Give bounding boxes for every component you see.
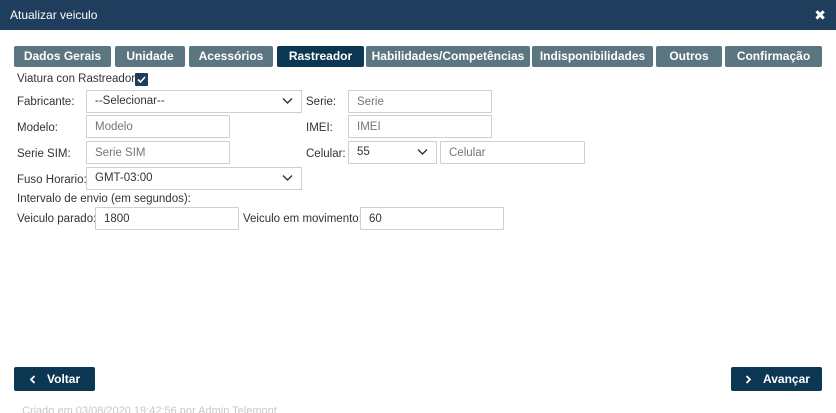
check-icon — [137, 76, 146, 84]
serie-label: Serie: — [306, 96, 337, 108]
manufacturer-value: --Selecionar-- — [95, 95, 165, 107]
imei-input[interactable] — [348, 115, 492, 138]
cell-label: Celular: — [306, 148, 346, 160]
sim-input[interactable] — [86, 141, 230, 164]
next-button[interactable]: Avançar — [731, 367, 822, 391]
tracker-checkbox[interactable] — [135, 73, 148, 86]
cell-code-select[interactable]: 55 — [348, 141, 437, 164]
tab-unidade[interactable]: Unidade — [115, 46, 185, 67]
timezone-select[interactable]: GMT-03:00 — [86, 167, 302, 190]
moving-label: Veiculo em movimento: — [243, 213, 362, 225]
serie-input[interactable] — [348, 90, 492, 113]
tab-outros[interactable]: Outros — [656, 46, 722, 67]
chevron-down-icon — [417, 149, 428, 155]
chevron-left-icon — [29, 375, 36, 384]
chevron-down-icon — [282, 98, 293, 104]
stopped-input[interactable] — [95, 207, 239, 230]
imei-label: IMEI: — [306, 122, 333, 134]
next-button-label: Avançar — [763, 372, 810, 386]
tab-confirmacao[interactable]: Confirmação — [725, 46, 822, 67]
chevron-down-icon — [282, 175, 293, 181]
sim-label: Serie SIM: — [17, 148, 71, 160]
model-input[interactable] — [86, 115, 230, 138]
interval-label: Intervalo de envio (em segundos): — [17, 193, 191, 205]
created-info: Criado em 03/08/2020 19:42:56 por Admin … — [22, 405, 277, 413]
tab-acessorios[interactable]: Acessórios — [189, 46, 273, 67]
tab-habilidades[interactable]: Habilidades/Competências — [366, 46, 530, 67]
chevron-right-icon — [745, 375, 752, 384]
tracker-label: Viatura con Rastreador: — [17, 73, 139, 85]
back-button[interactable]: Voltar — [14, 367, 95, 391]
tab-dados-gerais[interactable]: Dados Gerais — [14, 46, 111, 67]
manufacturer-select[interactable]: --Selecionar-- — [86, 90, 302, 113]
timezone-value: GMT-03:00 — [95, 172, 153, 184]
manufacturer-label: Fabricante: — [17, 96, 75, 108]
timezone-label: Fuso Horario: — [17, 174, 87, 186]
stopped-label: Veiculo parado: — [17, 213, 97, 225]
moving-input[interactable] — [360, 207, 504, 230]
tab-indisponibilidades[interactable]: Indisponibilidades — [532, 46, 653, 67]
cell-input[interactable] — [440, 141, 585, 164]
dialog-titlebar: Atualizar veiculo ✖ — [0, 0, 836, 30]
back-button-label: Voltar — [47, 372, 81, 386]
cell-code-value: 55 — [357, 146, 370, 158]
dialog-title: Atualizar veiculo — [10, 8, 98, 22]
model-label: Modelo: — [17, 122, 58, 134]
tab-rastreador[interactable]: Rastreador — [277, 46, 364, 67]
close-icon[interactable]: ✖ — [814, 7, 826, 23]
